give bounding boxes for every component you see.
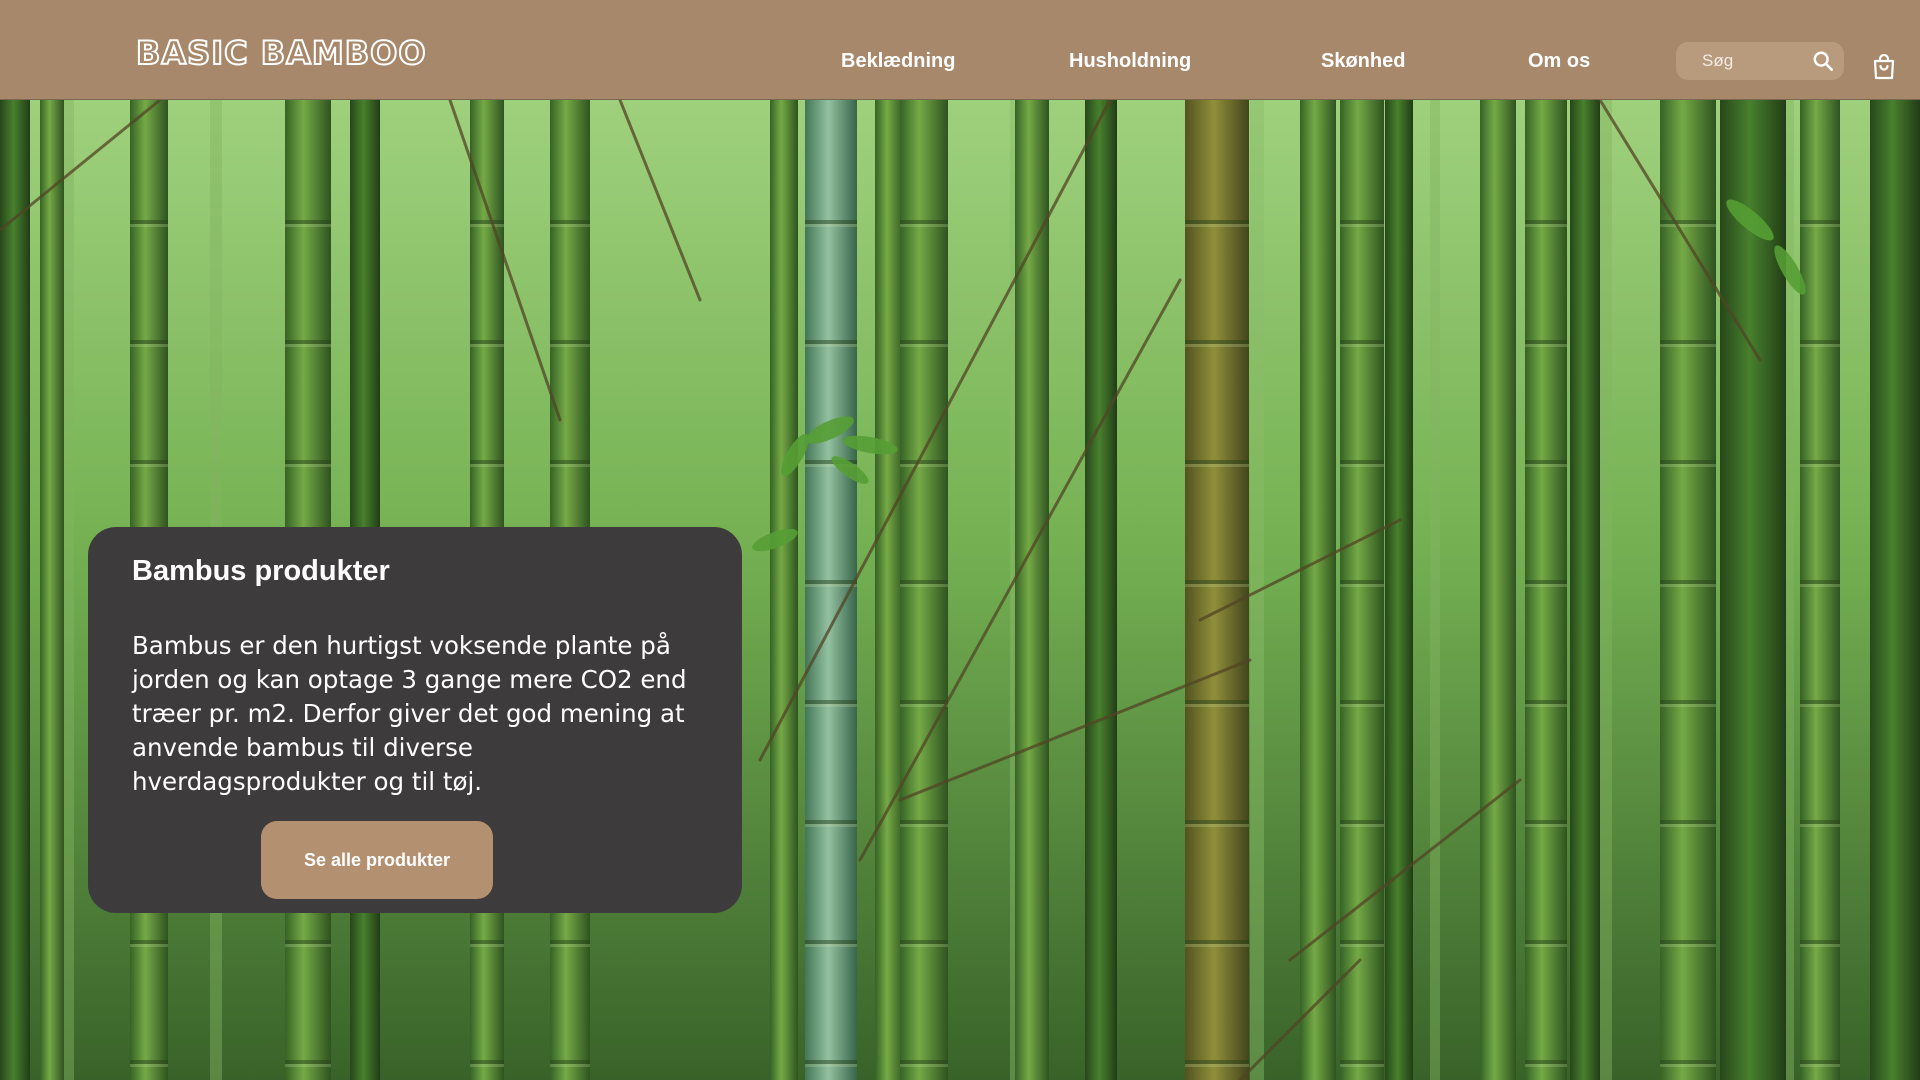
brand-logo[interactable]: BASIC BAMBOO bbox=[135, 33, 427, 73]
search-box bbox=[1676, 42, 1844, 80]
search-icon[interactable] bbox=[1812, 50, 1834, 72]
card-title: Bambus produkter bbox=[132, 555, 390, 587]
shopping-bag-icon[interactable] bbox=[1872, 54, 1896, 80]
site-header: BASIC BAMBOO Beklædning Husholdning Skøn… bbox=[0, 0, 1920, 100]
see-all-products-button[interactable]: Se alle produkter bbox=[261, 821, 493, 899]
nav-item-husholdning[interactable]: Husholdning bbox=[1069, 50, 1191, 73]
card-description: Bambus er den hurtigst voksende plante p… bbox=[132, 631, 687, 796]
nav-item-om-os[interactable]: Om os bbox=[1528, 50, 1590, 73]
nav-item-skonhed[interactable]: Skønhed bbox=[1321, 50, 1405, 73]
info-card: Bambus produkter Bambus er den hurtigst … bbox=[88, 527, 742, 913]
search-input[interactable] bbox=[1676, 42, 1806, 80]
nav-item-beklaedning[interactable]: Beklædning bbox=[841, 50, 955, 73]
